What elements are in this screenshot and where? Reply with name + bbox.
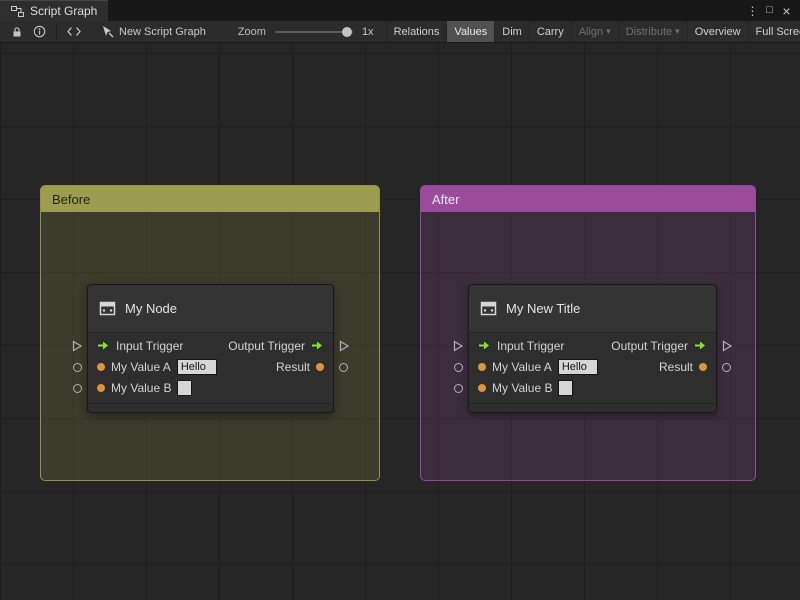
output-trigger-label: Output Trigger	[611, 338, 688, 353]
window-controls: ⋮ □ ×	[744, 0, 800, 21]
info-icon[interactable]	[28, 21, 51, 42]
value-a-input[interactable]	[176, 358, 217, 375]
zoom-slider-handle[interactable]	[341, 26, 352, 37]
group-before[interactable]: Before My Node Input Trigger Output Trig…	[40, 185, 380, 481]
overview-button[interactable]: Overview	[686, 21, 748, 42]
result-label: Result	[275, 359, 310, 374]
value-b-label: My Value B	[492, 380, 553, 395]
value-port-icon[interactable]	[97, 383, 105, 392]
node-footer	[469, 403, 716, 412]
value-port-icon[interactable]	[97, 362, 105, 371]
input-trigger-label: Input Trigger	[116, 338, 184, 353]
flow-port-icon[interactable]	[452, 340, 464, 352]
menu-icon[interactable]: ⋮	[744, 2, 761, 19]
align-button[interactable]: Align ▾	[570, 21, 618, 42]
value-b-input[interactable]	[558, 379, 574, 396]
node-header[interactable]: My Node	[88, 285, 333, 333]
input-trigger-label: Input Trigger	[497, 338, 565, 353]
node-my-new-title[interactable]: My New Title Input Trigger Output Trigge…	[453, 284, 733, 413]
trigger-row: Input Trigger Output Trigger	[469, 335, 716, 356]
value-port-icon[interactable]	[454, 363, 463, 372]
lock-icon[interactable]	[5, 21, 28, 42]
node-header[interactable]: My New Title	[469, 285, 716, 333]
graph-canvas[interactable]: Before My Node Input Trigger Output Trig…	[0, 43, 800, 600]
value-port-icon[interactable]	[316, 362, 324, 371]
value-b-input[interactable]	[177, 379, 193, 396]
flow-out-port-icon[interactable]	[311, 340, 324, 351]
node-footer	[88, 403, 333, 412]
chevron-down-icon: ▾	[606, 26, 611, 36]
values-button[interactable]: Values	[446, 21, 495, 42]
maximize-icon[interactable]: □	[761, 2, 778, 19]
value-port-icon[interactable]	[699, 362, 707, 371]
distribute-button[interactable]: Distribute ▾	[617, 21, 687, 42]
carry-button[interactable]: Carry	[528, 21, 571, 42]
unity-graph-window: Script Graph ⋮ □ × New Script Graph Zoom…	[0, 0, 800, 600]
value-a-row: My Value A Result	[88, 356, 333, 377]
zoom-slider[interactable]	[274, 26, 353, 37]
graph-name-label: New Script Graph	[119, 25, 206, 38]
flow-out-port-icon[interactable]	[694, 340, 707, 351]
dim-button[interactable]: Dim	[494, 21, 529, 42]
trigger-row: Input Trigger Output Trigger	[88, 335, 333, 356]
value-b-label: My Value B	[111, 380, 172, 395]
zoom-label: Zoom	[237, 25, 266, 38]
value-port-icon[interactable]	[478, 383, 486, 392]
zoom-control: Zoom 1x	[238, 21, 374, 42]
flow-port-icon[interactable]	[721, 340, 733, 352]
group-after-header[interactable]: After	[421, 186, 755, 212]
result-label: Result	[658, 359, 693, 374]
value-a-label: My Value A	[111, 359, 171, 374]
value-a-label: My Value A	[492, 359, 552, 374]
value-port-icon[interactable]	[454, 384, 463, 393]
graph-cursor-icon	[101, 25, 114, 38]
group-label: Before	[52, 191, 91, 207]
group-label: After	[432, 191, 460, 207]
node-title: My Node	[125, 301, 178, 316]
tab-bar: Script Graph ⋮ □ ×	[0, 0, 800, 21]
node-title: My New Title	[506, 301, 581, 316]
code-icon[interactable]	[62, 21, 85, 42]
toolbar-divider	[56, 24, 57, 39]
value-port-icon[interactable]	[478, 362, 486, 371]
value-port-icon[interactable]	[73, 363, 82, 372]
value-port-icon[interactable]	[339, 363, 348, 372]
flow-in-port-icon[interactable]	[97, 340, 110, 351]
node-my-node[interactable]: My Node Input Trigger Output Trigger My …	[72, 284, 350, 413]
value-port-icon[interactable]	[73, 384, 82, 393]
toolbar: New Script Graph Zoom 1x Relations Value…	[0, 21, 800, 43]
close-icon[interactable]: ×	[778, 2, 795, 19]
group-before-header[interactable]: Before	[41, 186, 379, 212]
relations-button[interactable]: Relations	[385, 21, 447, 42]
tab-script-graph[interactable]: Script Graph	[0, 0, 109, 21]
node-port-rows: Input Trigger Output Trigger My Value A …	[88, 333, 333, 403]
fullscreen-button[interactable]: Full Screen	[747, 21, 800, 42]
value-b-row: My Value B	[469, 377, 716, 398]
group-after[interactable]: After My New Title Input Trigger Output …	[420, 185, 756, 481]
tab-label: Script Graph	[30, 4, 98, 18]
node-port-rows: Input Trigger Output Trigger My Value A …	[469, 333, 716, 403]
flow-in-port-icon[interactable]	[478, 340, 491, 351]
value-b-row: My Value B	[88, 377, 333, 398]
flow-port-icon[interactable]	[71, 340, 83, 352]
node-icon	[99, 300, 116, 317]
script-graph-icon	[11, 5, 24, 18]
value-port-icon[interactable]	[722, 363, 731, 372]
chevron-down-icon: ▾	[675, 26, 680, 36]
toolbar-buttons: Relations Values Dim Carry Align ▾ Distr…	[385, 21, 800, 42]
output-trigger-label: Output Trigger	[228, 338, 305, 353]
value-a-input[interactable]	[557, 358, 598, 375]
node-icon	[480, 300, 497, 317]
graph-selector[interactable]: New Script Graph	[101, 21, 206, 42]
flow-port-icon[interactable]	[338, 340, 350, 352]
zoom-value: 1x	[361, 25, 374, 38]
value-a-row: My Value A Result	[469, 356, 716, 377]
